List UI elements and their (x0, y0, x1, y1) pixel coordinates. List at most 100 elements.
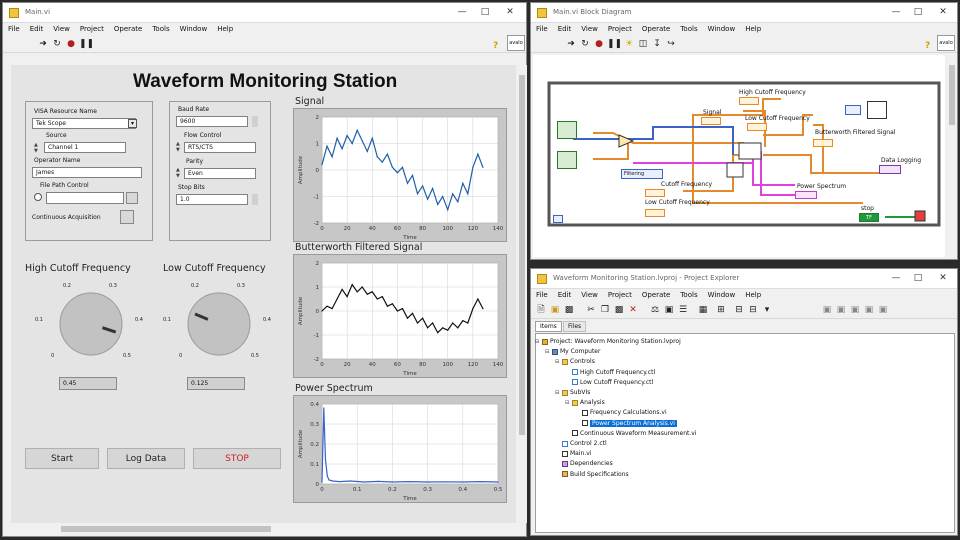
input-node-1[interactable] (557, 121, 577, 139)
menu-window[interactable]: Window (703, 289, 741, 301)
tree-item[interactable]: ⊟ Project: Waveform Monitoring Station.lv… (535, 338, 681, 346)
menu-tools[interactable]: Tools (675, 23, 702, 35)
maximize-icon[interactable]: □ (478, 7, 492, 17)
source-stepper-icon[interactable]: ▲ ▼ (34, 142, 38, 154)
run-arrow-icon[interactable]: ➜ (565, 39, 577, 50)
low-cutoff-knob[interactable] (179, 289, 259, 359)
cut-icon[interactable]: ✂ (585, 305, 597, 316)
copy-icon[interactable]: ❐ (599, 305, 611, 316)
tree-item[interactable]: High Cutoff Frequency.ctl (572, 369, 655, 377)
highlight-execution-icon[interactable]: ☀ (623, 39, 635, 50)
tree-item[interactable]: ⊟ Analysis (565, 399, 605, 407)
run-arrow-icon[interactable]: ➜ (37, 39, 49, 50)
bd-filtered-terminal[interactable] (813, 139, 833, 147)
project-explorer-titlebar[interactable]: Waveform Monitoring Station.lvproj - Pro… (531, 269, 957, 289)
vscroll-thumb[interactable] (519, 75, 525, 435)
step-into-icon[interactable]: ↧ (651, 39, 663, 50)
abort-icon[interactable]: ● (65, 39, 77, 50)
menu-tools[interactable]: Tools (675, 289, 702, 301)
browse-folder-icon[interactable] (126, 192, 138, 204)
delete-icon[interactable]: ✕ (627, 305, 639, 316)
bd-stop-terminal[interactable]: TF (859, 213, 879, 222)
source-control-icon-3[interactable]: ▣ (849, 305, 861, 316)
close-icon[interactable]: ✕ (936, 273, 950, 283)
expand-toggle-icon[interactable]: ⊟ (535, 338, 539, 346)
input-node-2[interactable] (557, 151, 577, 169)
run-continuous-icon[interactable]: ↻ (579, 39, 591, 50)
visa-resource-select[interactable]: Tek Scope (32, 118, 136, 129)
source-control-icon-5[interactable]: ▣ (877, 305, 889, 316)
refnum-node-1[interactable] (845, 105, 861, 115)
bd-high-cutoff-terminal[interactable] (739, 97, 759, 105)
menu-window[interactable]: Window (175, 23, 213, 35)
properties-icon[interactable]: ☰ (677, 305, 689, 316)
tree-item[interactable]: ⊟ Controls (555, 358, 595, 366)
tree-item[interactable]: Dependencies (562, 460, 613, 468)
menu-project[interactable]: Project (75, 23, 109, 35)
menu-view[interactable]: View (576, 289, 603, 301)
block-diagram-titlebar[interactable]: Main.vi Block Diagram — □ ✕ (531, 3, 957, 23)
retain-wire-icon[interactable]: ◫ (637, 39, 649, 50)
collapse-all-icon[interactable]: ⊟ (747, 305, 759, 316)
tree-item[interactable]: ⊟ My Computer (545, 348, 600, 356)
minimize-icon[interactable]: — (455, 7, 469, 17)
abort-icon[interactable]: ● (593, 39, 605, 50)
stop-bits-field[interactable]: 1.0 (176, 194, 248, 205)
menu-help[interactable]: Help (740, 23, 766, 35)
stop-button[interactable]: STOP (193, 448, 281, 469)
step-over-icon[interactable]: ↪ (665, 39, 677, 50)
high-cutoff-knob[interactable] (51, 289, 131, 359)
menu-project[interactable]: Project (603, 289, 637, 301)
start-button[interactable]: Start (25, 448, 99, 469)
tree-item[interactable]: Main.vi (562, 450, 591, 458)
minimize-icon[interactable]: — (889, 273, 903, 283)
minimize-icon[interactable]: — (889, 7, 903, 17)
menu-file[interactable]: File (531, 23, 553, 35)
front-panel-hscrollbar[interactable] (11, 524, 516, 534)
bd-low-cutoff-top-terminal[interactable] (747, 123, 767, 131)
flow-stepper-icon[interactable]: ▲ ▼ (176, 141, 180, 153)
bd-low-cutoff-bottom-terminal[interactable] (645, 209, 665, 217)
source-field[interactable]: Channel 1 (44, 142, 126, 153)
menu-help[interactable]: Help (740, 289, 766, 301)
bd-signal-terminal[interactable] (701, 117, 721, 125)
deploy-icon[interactable]: ▣ (663, 305, 675, 316)
tree-item[interactable]: ⊟ SubVIs (555, 389, 590, 397)
hscroll-thumb[interactable] (61, 526, 271, 532)
operator-field[interactable]: James (32, 167, 142, 178)
menu-window[interactable]: Window (703, 23, 741, 35)
menu-edit[interactable]: Edit (553, 23, 577, 35)
tree-item[interactable]: Control 2.ctl (562, 440, 607, 448)
baud-scroll[interactable] (252, 116, 258, 127)
baud-field[interactable]: 9600 (176, 116, 248, 127)
menu-help[interactable]: Help (212, 23, 238, 35)
tab-items[interactable]: Items (535, 321, 562, 332)
help-question-icon[interactable]: ? (493, 41, 498, 51)
expand-toggle-icon[interactable]: ⊟ (555, 389, 559, 397)
close-icon[interactable]: ✕ (503, 7, 517, 17)
parity-field[interactable]: Even (184, 168, 256, 179)
file-path-field[interactable] (46, 192, 124, 204)
menu-view[interactable]: View (48, 23, 75, 35)
refnum-node-2[interactable] (867, 101, 887, 119)
open-folder-icon[interactable]: ▣ (549, 305, 561, 316)
save-all-icon[interactable]: ▩ (563, 305, 575, 316)
menu-edit[interactable]: Edit (553, 289, 577, 301)
chevron-down-icon[interactable]: ▾ (128, 119, 137, 128)
tree-item[interactable]: Build Specifications (562, 471, 629, 479)
stop-bits-scroll[interactable] (252, 194, 258, 205)
source-control-icon-1[interactable]: ▣ (821, 305, 833, 316)
new-file-icon[interactable]: 🗎 (535, 305, 547, 316)
filtered-chart[interactable]: 0 20 40 60 80 100 120 140 2 1 0 -1 -2 Time Amplitude (293, 254, 507, 378)
sort-icon[interactable]: ▾ (761, 305, 773, 316)
menu-project[interactable]: Project (603, 23, 637, 35)
menu-file[interactable]: File (3, 23, 25, 35)
parity-stepper-icon[interactable]: ▲ ▼ (176, 167, 180, 179)
bd-cutoff-mid-terminal[interactable] (645, 189, 665, 197)
add-icon[interactable]: ⊞ (715, 305, 727, 316)
index-node[interactable] (553, 215, 563, 223)
bd-power-terminal[interactable] (795, 191, 817, 199)
expand-toggle-icon[interactable]: ⊟ (555, 358, 559, 366)
close-icon[interactable]: ✕ (936, 7, 950, 17)
pause-icon[interactable]: ❚❚ (607, 39, 622, 50)
